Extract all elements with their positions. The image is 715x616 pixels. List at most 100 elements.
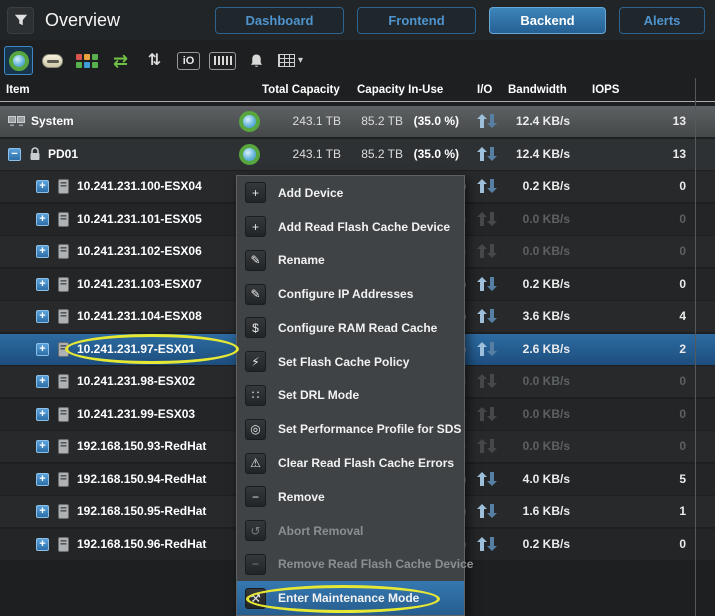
iops-value: 0 [580,366,686,397]
column-header-bandwidth[interactable]: Bandwidth [508,84,567,96]
menu-item-label: Rename [278,253,325,267]
expander-icon[interactable]: + [36,245,49,258]
column-header-iops[interactable]: IOPS [592,84,619,96]
expander-icon[interactable]: + [36,473,49,486]
context-menu-item[interactable]: − Remove [237,480,464,514]
nav-button-frontend[interactable]: Frontend [357,7,476,34]
expander-icon[interactable]: + [36,343,49,356]
iops-value: 5 [580,464,686,495]
table-columns-icon[interactable]: ▾ [276,46,305,75]
io-arrows-icon [477,179,497,193]
green-arrows-icon: ⇄ [113,52,128,70]
flash-icon: ⚡ [245,351,266,372]
menu-item-label: Add Device [278,186,343,200]
expander-icon[interactable]: + [36,440,49,453]
context-menu: + Add Device + Add Read Flash Cache Devi… [236,175,465,616]
expander-icon[interactable]: + [36,310,49,323]
bell-icon [249,53,264,69]
system-icon [8,116,25,128]
filter-button[interactable] [7,7,34,34]
item-name[interactable]: 10.241.231.100-ESX04 [77,171,202,202]
expander-icon[interactable]: + [36,408,49,421]
item-name[interactable]: 10.241.231.98-ESX02 [77,366,195,397]
capacity-circle-icon [9,51,29,71]
server-icon [58,472,69,487]
item-name[interactable]: 192.168.150.96-RedHat [77,529,206,560]
iops-value: 13 [580,139,686,170]
expander-icon[interactable]: + [36,180,49,193]
item-name[interactable]: 10.241.231.104-ESX08 [77,301,202,332]
tick-marks-icon [209,52,236,70]
rebalance-icon[interactable]: ⇄ [106,46,135,75]
updown-arrows-icon[interactable]: ⇅ [140,46,169,75]
table-row[interactable]: − PD01 243.1 TB 85.2 TB (35.0 %) 12.4 KB… [0,139,715,170]
column-header-item[interactable]: Item [6,84,30,96]
column-divider [695,78,696,616]
health-grid-icon[interactable] [72,46,101,75]
menu-item-label: Add Read Flash Cache Device [278,220,450,234]
menu-item-label: Remove Read Flash Cache Device [278,557,473,571]
context-menu-item[interactable]: ✎ Configure IP Addresses [237,277,464,311]
iops-value: 0 [580,431,686,462]
iops-value: 0 [580,529,686,560]
expander-icon[interactable]: − [8,148,21,161]
total-capacity-value: 243.1 TB [263,139,341,170]
context-menu-item[interactable]: ⚒ Enter Maintenance Mode [237,581,464,615]
item-name[interactable]: 192.168.150.95-RedHat [77,496,206,527]
column-header-capacity-in-use[interactable]: Capacity In-Use [357,84,443,96]
capacity-in-use-percent: (35.0 %) [403,139,459,170]
item-name[interactable]: 192.168.150.94-RedHat [77,464,206,495]
item-name[interactable]: 10.241.231.97-ESX01 [77,334,195,365]
bandwidth-value: 12.4 KB/s [500,106,570,137]
nav-button-dashboard[interactable]: Dashboard [215,7,344,34]
server-icon [58,342,69,357]
menu-item-label: Set Performance Profile for SDS [278,422,461,436]
context-menu-item[interactable]: ◎ Set Performance Profile for SDS [237,412,464,446]
capacity-circle-icon [239,144,260,165]
table-row[interactable]: System 243.1 TB 85.2 TB (35.0 %) 12.4 KB… [0,106,715,137]
io-arrows-icon [477,114,497,128]
capacity-overview-icon[interactable] [4,46,33,75]
capacity-in-use-value: 85.2 TB [341,106,403,137]
item-name[interactable]: 10.241.231.99-ESX03 [77,399,195,430]
ticks-icon[interactable] [208,46,237,75]
context-menu-item[interactable]: ∷ Set DRL Mode [237,379,464,413]
expander-icon[interactable]: + [36,375,49,388]
io-arrows-icon [477,504,497,518]
io-arrows-icon [477,472,497,486]
bandwidth-value: 0.0 KB/s [500,366,570,397]
io-label-icon[interactable]: iO [174,46,203,75]
expander-icon[interactable]: + [36,538,49,551]
item-name[interactable]: 10.241.231.101-ESX05 [77,204,202,235]
nav-button-backend[interactable]: Backend [489,7,606,34]
bandwidth-value: 0.0 KB/s [500,204,570,235]
storage-icon[interactable] [38,46,67,75]
item-name[interactable]: 192.168.150.93-RedHat [77,431,206,462]
expander-icon[interactable]: + [36,213,49,226]
context-menu-item[interactable]: + Add Read Flash Cache Device [237,210,464,244]
arrows-updown-icon: ⇅ [148,53,161,69]
nav-button-alerts[interactable]: Alerts [619,7,705,34]
grid-icon: ∷ [245,385,266,406]
context-menu-item[interactable]: + Add Device [237,176,464,210]
item-name[interactable]: System [31,106,74,137]
context-menu-item[interactable]: $ Configure RAM Read Cache [237,311,464,345]
health-tiles-icon [76,54,98,68]
expander-icon[interactable]: + [36,278,49,291]
item-name[interactable]: 10.241.231.102-ESX06 [77,236,202,267]
pencil-icon: ✎ [245,284,266,305]
item-name[interactable]: 10.241.231.103-ESX07 [77,269,202,300]
alerts-bell-icon[interactable] [242,46,271,75]
context-menu-item[interactable]: ⚠ Clear Read Flash Cache Errors [237,446,464,480]
chevron-down-icon: ▾ [298,55,303,66]
column-header-i-o[interactable]: I/O [477,84,492,96]
server-icon [58,504,69,519]
expander-icon[interactable]: + [36,505,49,518]
context-menu-item[interactable]: ⚡ Set Flash Cache Policy [237,345,464,379]
context-menu-item[interactable]: ✎ Rename [237,244,464,278]
app-window: Overview DashboardFrontendBackendAlerts … [0,0,715,616]
bandwidth-value: 0.2 KB/s [500,171,570,202]
undo-icon: ↺ [245,520,266,541]
column-header-total-capacity[interactable]: Total Capacity [262,84,340,96]
item-name[interactable]: PD01 [48,139,78,170]
